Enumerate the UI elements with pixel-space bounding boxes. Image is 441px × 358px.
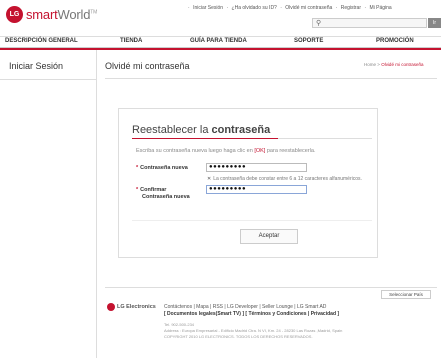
required-icon: * (136, 187, 139, 193)
divider (105, 287, 437, 288)
card-title: Reestablecer la contraseña (132, 124, 271, 136)
top-link-login[interactable]: Iniciar Sesión (193, 5, 223, 11)
divider (105, 78, 437, 79)
sidebar-title[interactable]: Iniciar Sesión (9, 61, 63, 71)
nav-item-store-guide[interactable]: GUÍA PARA TIENDA (190, 38, 247, 44)
nav-item-store[interactable]: TIENDA (120, 38, 142, 44)
breadcrumb: Home > Olvidé mi contraseña (364, 62, 423, 67)
lg-logo-icon: LG (6, 6, 23, 23)
new-password-field[interactable]: ●●●●●●●●● (206, 163, 307, 172)
footer-legal-links: [ Documentos legales(Smart TV) ] [ Térmi… (164, 311, 339, 317)
breadcrumb-current: Olvidé mi contraseña (381, 62, 424, 67)
footer-links[interactable]: Contáctenos | Mapa | RSS | LG Developer … (164, 304, 326, 310)
search-input[interactable]: ⚲ (312, 18, 427, 28)
logo-text: smartWorldTM (26, 7, 98, 22)
search-button[interactable]: Ir (428, 18, 441, 28)
password-hint: ✕ La contraseña debe constar entre 6 a 12… (207, 176, 362, 182)
confirm-password-label: * Confirmar Contraseña nueva (136, 187, 190, 200)
accept-button[interactable]: Aceptar (240, 229, 298, 244)
confirm-password-field[interactable]: ●●●●●●●●● (206, 185, 307, 194)
top-links: · Iniciar Sesión · ¿Ha olvidado su ID? ·… (188, 5, 392, 11)
top-link-forgot-password[interactable]: Olvidé mi contraseña (285, 5, 332, 11)
select-country-button[interactable]: Seleccionar País (381, 290, 431, 299)
smartworld-logo[interactable]: LG smartWorldTM (6, 6, 97, 23)
footer-address: Address : Europa Empresarial - Edificio … (164, 328, 343, 333)
divider (132, 220, 372, 221)
required-icon: * (136, 165, 139, 171)
nav-item-support[interactable]: SOPORTE (294, 38, 323, 44)
divider (0, 79, 97, 80)
top-link-my-page[interactable]: Mi Página (369, 5, 391, 11)
main-nav: DESCRIPCIÓN GENERAL TIENDA GUÍA PARA TIE… (0, 36, 441, 48)
search-icon: ⚲ (316, 20, 322, 27)
nav-item-overview[interactable]: DESCRIPCIÓN GENERAL (5, 38, 78, 44)
nav-item-promotion[interactable]: PROMOCIÓN (376, 38, 414, 44)
card-description: Escriba su contraseña nueva luego haga c… (136, 148, 316, 154)
legal-docs-link[interactable]: [ Documentos legales(Smart TV) ] (164, 311, 244, 317)
lg-logo-icon (107, 303, 115, 311)
top-link-forgot-id[interactable]: ¿Ha olvidado su ID? (232, 5, 277, 11)
reset-password-card: Reestablecer la contraseña Escriba su co… (118, 108, 378, 258)
footer-copyright: COPYRIGHT 2010 LG ELECTRONICS. TODOS LOS… (164, 334, 313, 339)
breadcrumb-separator: > (377, 62, 380, 67)
breadcrumb-home[interactable]: Home (364, 62, 376, 67)
page-title: Olvidé mi contraseña (105, 61, 190, 71)
title-accent-line (132, 138, 278, 139)
terms-privacy-link[interactable]: [ Términos y Condiciones | Privacidad ] (245, 311, 339, 317)
lg-electronics-logo: LG Electronics (107, 303, 156, 311)
top-link-register[interactable]: Registrar (341, 5, 361, 11)
new-password-label: * Contraseña nueva (136, 165, 188, 171)
footer-phone: Tel. 902-500-234 (164, 322, 195, 327)
sidebar: Iniciar Sesión (0, 50, 97, 358)
close-icon: ✕ (207, 176, 212, 182)
